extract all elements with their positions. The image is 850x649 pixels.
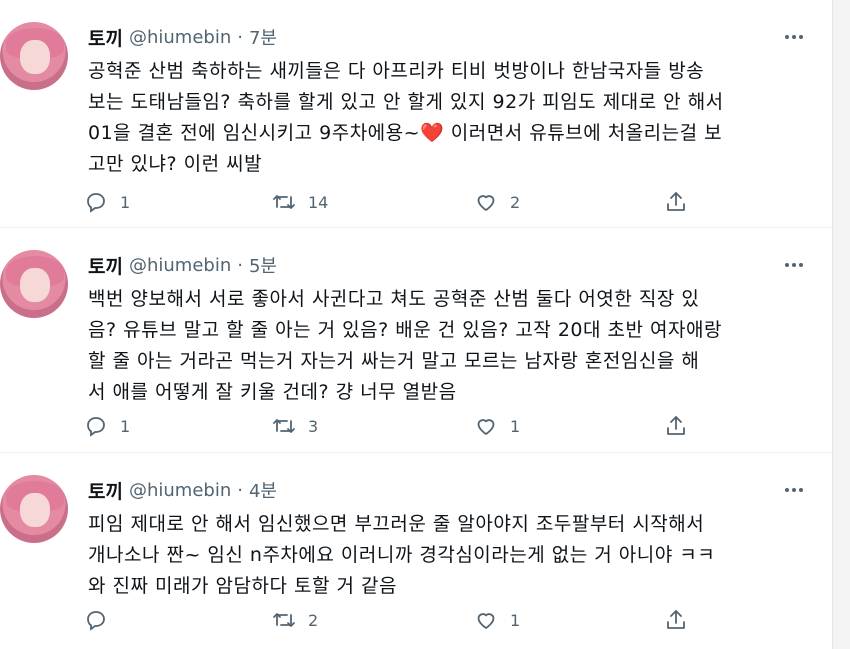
retweet-button[interactable]: 3: [272, 411, 318, 441]
avatar-face: [20, 40, 50, 74]
tweet-line: 음? 유튜브 말고 할 줄 아는 거 있음? 배운 건 있음? 고작 20대 초…: [88, 319, 722, 341]
tweet-line: 백번 양보해서 서로 좋아서 사귄다고 쳐도 공혁준 산범 둘다 어엿한 직장 …: [88, 288, 700, 310]
tweet-line: 개나소나 짠~ 임신 n주차에요 이러니까 경각심이라는게 없는 거 아니야 ㅋ…: [88, 544, 716, 566]
separator-dot: ·: [237, 254, 243, 276]
like-button[interactable]: 1: [474, 605, 520, 635]
tweet-line: 서 애를 어떻게 잘 키울 건데? 걍 너무 열받음: [88, 381, 457, 403]
action-bar: 2 1: [84, 605, 724, 635]
separator-dot: ·: [237, 479, 243, 501]
tweet-line-part: 01을 결혼 전에 임신시키고 9주차에용~: [88, 122, 421, 144]
timestamp[interactable]: 4분: [249, 477, 277, 503]
retweet-icon: [273, 195, 295, 209]
share-icon: [667, 192, 685, 211]
reply-icon: [87, 193, 105, 213]
reply-icon: [87, 611, 105, 631]
reply-button[interactable]: 1: [84, 187, 130, 217]
timestamp[interactable]: 5분: [249, 252, 277, 278]
share-icon: [667, 610, 685, 629]
tweet-line: 보는 도태남들임? 축하를 할게 있고 안 할게 있지 92가 피임도 제대로 …: [88, 91, 724, 113]
reply-icon: [87, 417, 105, 437]
separator-dot: ·: [237, 26, 243, 48]
share-button[interactable]: [664, 605, 688, 635]
display-name[interactable]: 토끼: [88, 477, 123, 504]
tweet-line: 할 줄 아는 거라곤 먹는거 자는거 싸는거 말고 모르는 남자랑 혼전임신을 …: [88, 350, 700, 372]
heart-icon: [477, 195, 495, 212]
avatar[interactable]: [0, 475, 68, 543]
tweet-header: 토끼 @hiumebin · 5분: [88, 252, 277, 278]
tweet-line: 피임 제대로 안 해서 임신했으면 부끄러운 줄 알아야지 조두팔부터 시작해서: [88, 513, 705, 535]
retweet-count: 3: [308, 416, 319, 436]
timeline: 토끼 @hiumebin · 7분 공혁준 산범 축하하는 새끼들은 다 아프리…: [0, 0, 833, 649]
tweet-line: 01을 결혼 전에 임신시키고 9주차에용~❤️ 이러면서 유튜브에 처올리는걸…: [88, 118, 823, 149]
display-name[interactable]: 토끼: [88, 24, 123, 51]
retweet-button[interactable]: 2: [272, 605, 318, 635]
tweet-text: 백번 양보해서 서로 좋아서 사귄다고 쳐도 공혁준 산범 둘다 어엿한 직장 …: [88, 284, 823, 408]
tweet-text: 공혁준 산범 축하하는 새끼들은 다 아프리카 티비 벗방이나 한남국자들 방송…: [88, 56, 823, 180]
scrollbar[interactable]: [832, 0, 850, 649]
heart-icon: [477, 419, 495, 436]
retweet-count: 2: [308, 610, 319, 630]
tweet-line: 고만 있냐? 이런 씨발: [88, 153, 263, 175]
more-icon[interactable]: [780, 479, 808, 501]
like-count: 1: [510, 610, 521, 630]
like-button[interactable]: 2: [474, 187, 520, 217]
like-button[interactable]: 1: [474, 411, 520, 441]
retweet-icon: [273, 419, 295, 433]
tweet[interactable]: 토끼 @hiumebin · 7분 공혁준 산범 축하하는 새끼들은 다 아프리…: [0, 0, 833, 228]
avatar[interactable]: [0, 250, 68, 318]
like-count: 1: [510, 416, 521, 436]
more-icon[interactable]: [780, 26, 808, 48]
avatar[interactable]: [0, 22, 68, 90]
more-icon[interactable]: [780, 254, 808, 276]
heart-emoji-icon: ❤️: [420, 122, 445, 144]
tweet-header: 토끼 @hiumebin · 4분: [88, 477, 277, 503]
tweet-line: 와 진짜 미래가 암담하다 토할 거 같음: [88, 575, 397, 597]
retweet-button[interactable]: 14: [272, 187, 328, 217]
share-icon: [667, 416, 685, 435]
reply-button[interactable]: [84, 605, 120, 635]
user-handle[interactable]: @hiumebin: [129, 480, 231, 501]
tweet-line: 공혁준 산범 축하하는 새끼들은 다 아프리카 티비 벗방이나 한남국자들 방송: [88, 60, 705, 82]
action-bar: 1 3 1: [84, 411, 724, 441]
tweet-text: 피임 제대로 안 해서 임신했으면 부끄러운 줄 알아야지 조두팔부터 시작해서…: [88, 509, 823, 602]
avatar-face: [20, 493, 50, 527]
user-handle[interactable]: @hiumebin: [129, 255, 231, 276]
tweet-line-part: 이러면서 유튜브에 처올리는걸 보: [444, 122, 723, 144]
reply-count: 1: [120, 416, 131, 436]
avatar-face: [20, 268, 50, 302]
like-count: 2: [510, 192, 521, 212]
action-bar: 1 14 2: [84, 187, 724, 217]
reply-button[interactable]: 1: [84, 411, 130, 441]
user-handle[interactable]: @hiumebin: [129, 27, 231, 48]
retweet-icon: [273, 613, 295, 627]
share-button[interactable]: [664, 411, 688, 441]
tweet[interactable]: 토끼 @hiumebin · 4분 피임 제대로 안 해서 임신했으면 부끄러운…: [0, 453, 833, 649]
retweet-count: 14: [308, 192, 329, 212]
heart-icon: [477, 613, 495, 630]
display-name[interactable]: 토끼: [88, 252, 123, 279]
timestamp[interactable]: 7분: [249, 24, 277, 50]
tweet-header: 토끼 @hiumebin · 7분: [88, 24, 277, 50]
tweet[interactable]: 토끼 @hiumebin · 5분 백번 양보해서 서로 좋아서 사귄다고 쳐도…: [0, 228, 833, 453]
share-button[interactable]: [664, 187, 688, 217]
reply-count: 1: [120, 192, 131, 212]
